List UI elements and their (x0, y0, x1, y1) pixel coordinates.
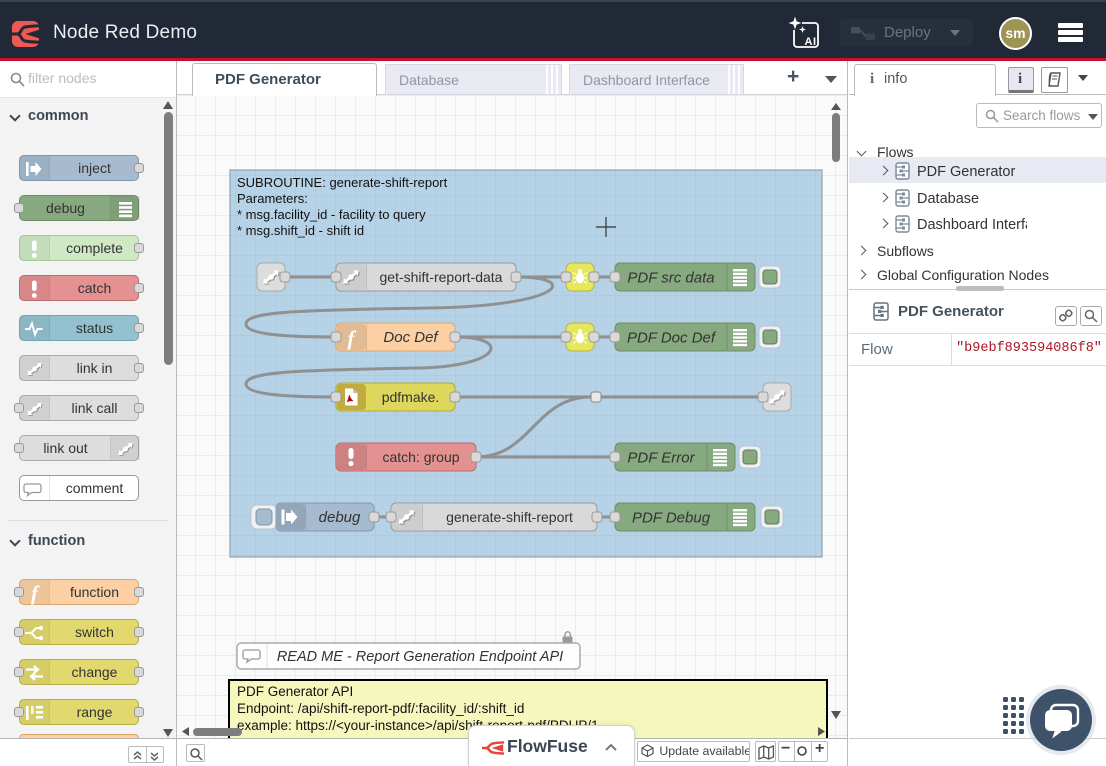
svg-text:Doc Def: Doc Def (383, 329, 439, 346)
svg-text:AI: AI (805, 36, 817, 48)
svg-text:PDF Generator API: PDF Generator API (237, 684, 353, 699)
svg-text:catch: group: catch: group (382, 449, 459, 465)
svg-text:debug: debug (319, 509, 361, 526)
svg-text:* msg.shift_id - shift id: * msg.shift_id - shift id (237, 223, 364, 238)
svg-text:Parameters:: Parameters: (237, 191, 308, 206)
svg-text:SUBROUTINE: generate-shift-rep: SUBROUTINE: generate-shift-report (237, 175, 448, 190)
svg-text:PDF Debug: PDF Debug (632, 510, 711, 527)
svg-text:Endpoint: /api/shift-report-pd: Endpoint: /api/shift-report-pdf/:facilit… (237, 701, 524, 716)
svg-text:READ ME - Report Generation En: READ ME - Report Generation Endpoint API (277, 649, 563, 665)
svg-text:PDF src data: PDF src data (627, 270, 714, 287)
svg-text:f: f (31, 581, 40, 605)
svg-text:* msg.facility_id - facility t: * msg.facility_id - facility to query (237, 207, 426, 222)
svg-text:get-shift-report-data: get-shift-report-data (380, 269, 503, 285)
svg-text:generate-shift-report: generate-shift-report (446, 509, 573, 525)
svg-text:pdfmake.: pdfmake. (382, 389, 440, 405)
svg-text:PDF Error: PDF Error (627, 450, 695, 467)
svg-text:PDF Doc Def: PDF Doc Def (627, 330, 717, 347)
